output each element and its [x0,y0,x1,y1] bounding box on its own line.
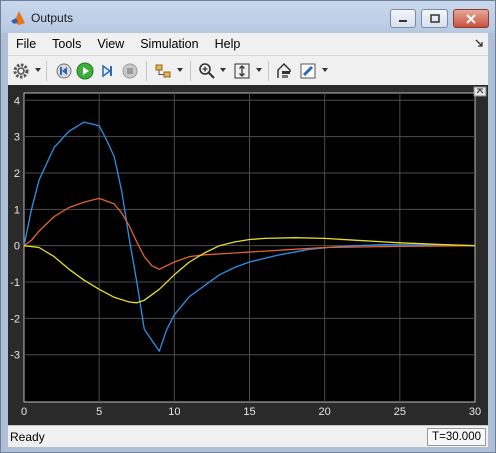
fit-axes-icon [234,63,250,79]
step-back-icon [56,63,72,79]
toolbar-separator [268,61,269,81]
scope-plot[interactable]: 0 5 10 15 20 25 3043210-1-2-3 [8,85,488,425]
signal-dropdown-icon[interactable] [177,68,183,72]
dock-arrow-icon[interactable] [474,38,484,48]
x-tick-label: 20 [319,406,331,418]
run-icon [76,62,94,80]
gear-icon [13,63,29,79]
menu-help[interactable]: Help [207,37,249,51]
step-back-button[interactable] [54,61,74,81]
status-bar: Ready T=30.000 [8,425,488,447]
minimize-icon [399,19,407,22]
maximize-icon [429,13,440,23]
plot-panel[interactable]: 0 5 10 15 20 25 30 4 3 2 1 0 -1 -2 -3 [8,85,488,425]
y-tick-label: -1 [10,277,20,289]
run-button[interactable] [75,61,95,81]
menu-tools[interactable]: Tools [44,37,89,51]
axes-menu-button[interactable] [473,86,487,97]
y-tick-label: 2 [14,168,20,180]
simulation-time: T=30.000 [427,428,486,446]
status-text: Ready [10,430,45,444]
highlight-button[interactable] [298,61,318,81]
fit-dropdown-icon[interactable] [256,68,262,72]
highlight-dropdown-icon[interactable] [322,68,328,72]
y-tick-label: 1 [14,204,20,216]
x-tick-label: 0 [21,406,27,418]
zoom-dropdown-icon[interactable] [220,68,226,72]
y-tick-label: 0 [14,241,20,253]
menu-file[interactable]: File [8,37,44,51]
stop-button[interactable] [120,61,140,81]
x-tick-label: 10 [168,406,180,418]
menu-simulation[interactable]: Simulation [132,37,206,51]
y-tick-label: 4 [14,95,20,107]
step-forward-icon [102,64,112,78]
settings-dropdown-icon[interactable] [35,68,41,72]
x-tick-label: 30 [469,406,481,418]
menu-bar: File Tools View Simulation Help [8,33,488,55]
step-forward-button[interactable] [97,61,117,81]
y-tick-label: -3 [10,350,20,362]
stop-icon [122,63,138,79]
maximize-button[interactable] [421,9,448,28]
minimize-button[interactable] [390,9,416,28]
toolbar [8,55,488,85]
toolbar-separator [146,61,147,81]
highlight-icon [300,63,316,79]
scope-window: Outputs File Tools View Simulation Help [0,0,496,453]
window-title: Outputs [31,11,74,25]
y-tick-label: -2 [10,313,20,325]
settings-button[interactable] [11,61,31,81]
zoom-icon [199,63,215,79]
toolbar-separator [190,61,191,81]
x-tick-label: 5 [96,406,102,418]
x-tick-label: 15 [243,406,255,418]
signal-select-icon [155,64,171,78]
toolbar-separator [46,61,47,81]
matlab-logo-icon [11,11,25,25]
style-icon [277,62,291,78]
fit-axes-button[interactable] [232,61,252,81]
x-tick-label: 25 [394,406,406,418]
menu-view[interactable]: View [89,37,132,51]
close-icon [466,13,476,24]
style-button[interactable] [274,61,294,81]
y-tick-label: 3 [14,132,20,144]
close-button[interactable] [453,9,489,28]
zoom-button[interactable] [197,61,217,81]
title-bar[interactable]: Outputs [1,1,495,33]
signal-select-button[interactable] [153,61,173,81]
